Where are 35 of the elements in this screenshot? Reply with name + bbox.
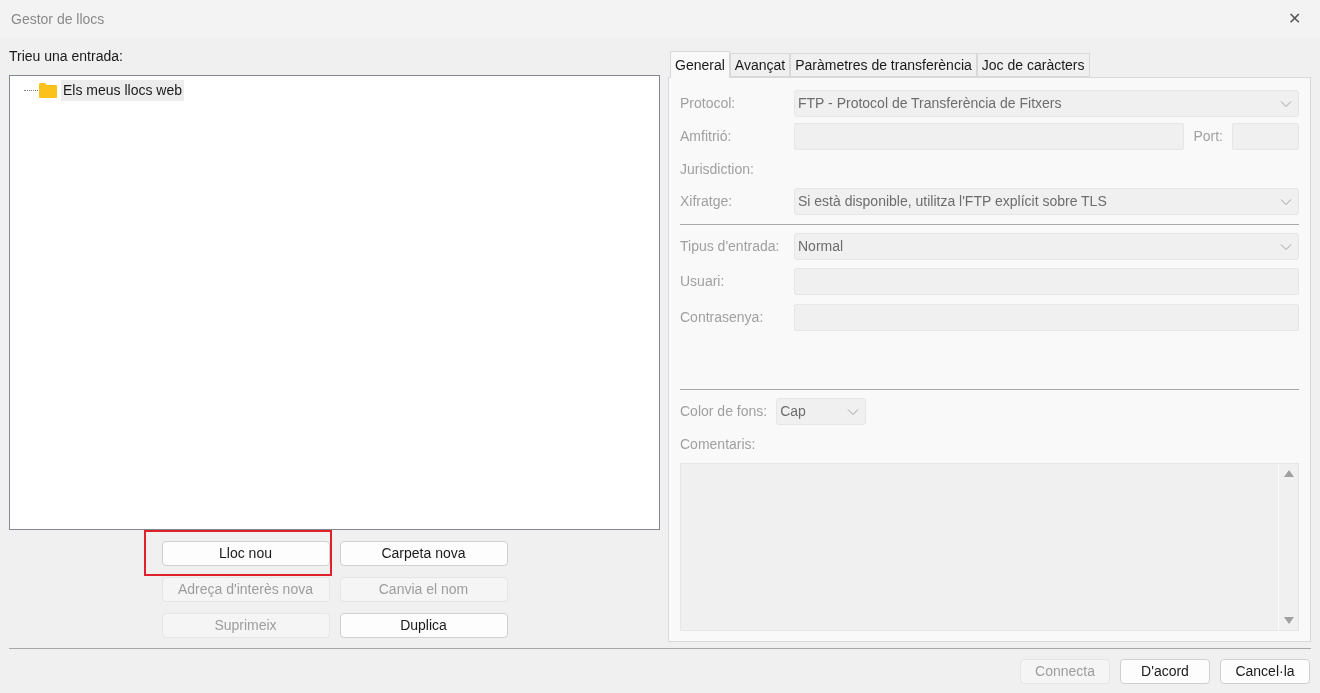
chevron-down-icon xyxy=(1280,99,1292,108)
button[interactable]: D'acord xyxy=(1120,658,1210,684)
tab[interactable]: Joc de caràcters xyxy=(976,53,1090,77)
chevron-down-icon xyxy=(1280,197,1292,206)
dropdown-value: FTP - Protocol de Transferència de Fitxers xyxy=(798,94,1062,113)
field-label: Amfitrió: xyxy=(680,127,733,146)
button[interactable]: Lloc nou xyxy=(161,541,330,566)
chevron-down-icon xyxy=(1280,242,1292,251)
dropdown-value: Normal xyxy=(798,237,844,256)
field-label: Color de fons: xyxy=(680,402,768,421)
chevron-down-icon xyxy=(847,407,860,416)
window-title: Gestor de llocs xyxy=(11,9,105,29)
scroll-up-icon xyxy=(1283,470,1294,477)
button[interactable]: Duplica xyxy=(339,613,508,638)
field-label: Contrasenya: xyxy=(680,307,765,327)
button[interactable]: Carpeta nova xyxy=(339,541,508,566)
dropdown-value: Si està disponible, utilitza l'FTP explícit sobre TLS xyxy=(798,192,1107,211)
button[interactable]: Cancel·la xyxy=(1220,658,1310,684)
field-label: Jurisdiction: xyxy=(680,159,754,179)
tab[interactable]: Paràmetres de transferència xyxy=(790,53,977,77)
close-button[interactable]: ✕ xyxy=(1282,7,1306,31)
tab[interactable]: Avançat xyxy=(729,53,791,77)
field-label: Port: xyxy=(1193,127,1223,146)
field-label: Xifratge: xyxy=(680,192,734,211)
tree-item[interactable]: Els meus llocs web xyxy=(61,79,185,101)
field-label: Comentaris: xyxy=(680,434,756,454)
section-label: Trieu una entrada: xyxy=(9,47,124,66)
field-label: Tipus d'entrada: xyxy=(680,237,781,256)
dropdown-value: Cap xyxy=(780,402,806,421)
field-label: Usuari: xyxy=(680,271,726,291)
folder-icon xyxy=(38,81,58,99)
tab[interactable]: General xyxy=(670,51,730,78)
field-label: Protocol: xyxy=(680,94,737,113)
site-tree[interactable]: Els meus llocs web xyxy=(9,75,660,530)
scroll-down-icon xyxy=(1283,617,1294,624)
